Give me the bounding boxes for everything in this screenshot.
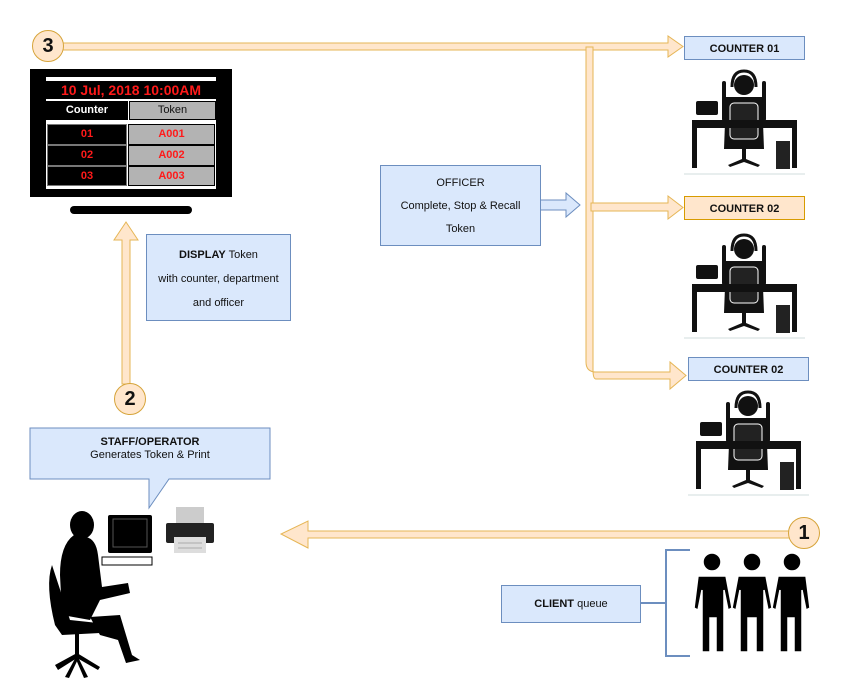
client-suffix: queue [574,598,608,610]
staff-subtitle: Generates Token & Print [90,449,210,461]
display-datetime: 10 Jul, 2018 10:00AM [46,81,216,99]
client-bracket [640,549,690,657]
officer-box: OFFICER Complete, Stop & Recall Token [380,165,541,246]
staff-title: STAFF/OPERATOR [100,436,200,448]
counter-label: COUNTER 01 [684,36,805,60]
display-note-box: DISPLAY Token with counter, department a… [146,234,291,321]
monitor-stand [70,206,192,214]
step-badge-1: 1 [788,517,820,549]
counter-label: COUNTER 02 [684,196,805,220]
agent-at-desk-icon [696,390,801,490]
client-group-icon [693,552,811,653]
staff-callout-text: STAFF/OPERATOR Generates Token & Print [30,436,270,462]
officer-line3: Token [445,223,476,235]
display-note-title: DISPLAY [179,249,226,261]
officer-arrow [539,191,581,219]
agent-at-desk-icon [692,69,797,169]
display-note-line3: and officer [192,297,245,309]
arrow-to-staff [279,520,793,549]
display-monitor: 10 Jul, 2018 10:00AM Counter Token 01 A0… [30,69,232,197]
display-header-counter: Counter [46,101,128,120]
printer-icon [166,507,214,553]
counter-workstation-image [688,388,809,496]
agent-at-desk-icon [692,233,797,333]
display-row-token: A003 [128,166,215,186]
counter-workstation-image [684,231,805,339]
counter-workstation-image [684,67,805,175]
display-note-title-suffix: Token [225,249,258,261]
officer-title: OFFICER [436,177,485,189]
display-row-token: A002 [128,145,215,166]
trunk-vertical [585,46,687,391]
display-row-counter: 01 [47,124,127,145]
step-badge-3: 3 [32,30,64,62]
officer-line2: Complete, Stop & Recall [400,200,521,212]
display-row-counter: 02 [47,145,127,166]
arrow-to-display [113,221,139,385]
step-badge-2: 2 [114,383,146,415]
display-row-counter: 03 [47,166,127,186]
display-note-line2: with counter, department [158,273,279,285]
client-title: CLIENT [534,598,575,610]
client-queue-box: CLIENT queue [501,585,641,623]
counter-label: COUNTER 02 [688,357,809,381]
display-header-token: Token [129,101,216,120]
display-row-token: A001 [128,124,215,145]
arrow-to-counter-02 [590,194,684,221]
